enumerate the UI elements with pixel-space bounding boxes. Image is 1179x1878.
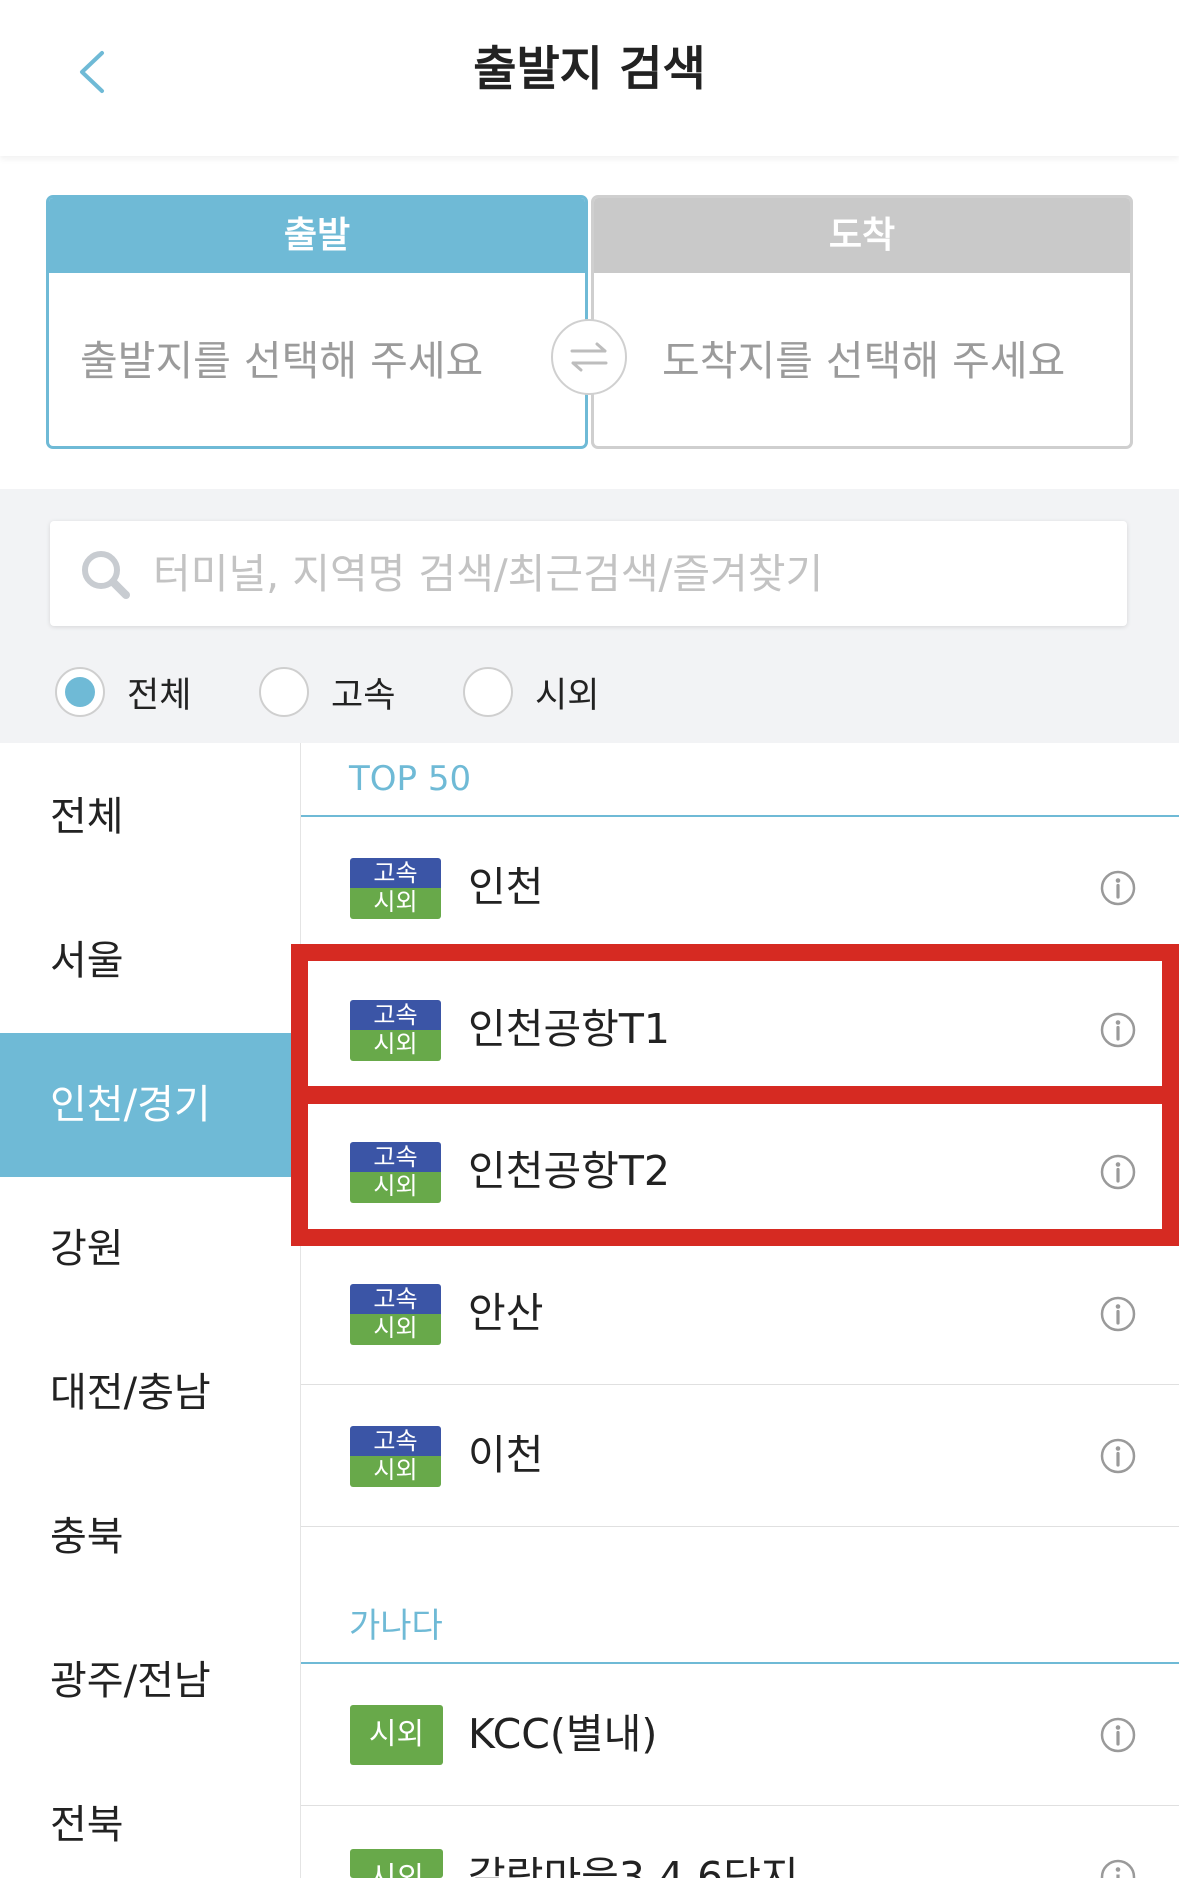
terminal-name: 갈람마을3,4,6단지 <box>468 1853 799 1878</box>
search-icon <box>82 551 130 599</box>
region-item-all[interactable]: 전체 <box>0 745 300 889</box>
info-icon[interactable] <box>1100 1296 1136 1332</box>
region-item-chungbuk[interactable]: 충북 <box>0 1465 300 1609</box>
radio-button[interactable] <box>55 667 105 717</box>
filter-express[interactable]: 고속 <box>259 667 395 717</box>
filter-all[interactable]: 전체 <box>55 667 191 717</box>
section-title: 가나다 <box>349 1606 443 1646</box>
arrival-placeholder[interactable]: 도착지를 선택해 주세요 <box>594 273 1130 446</box>
section-header: TOP 50 <box>301 743 1179 817</box>
bus-type-badge: 고속 시외 <box>350 1426 441 1487</box>
intercity-badge: 시외 <box>350 1172 441 1203</box>
region-item-seoul[interactable]: 서울 <box>0 889 300 1033</box>
search-panel: 전체 고속 시외 <box>0 489 1179 743</box>
terminal-name: 인천공항T1 <box>468 1005 671 1053</box>
bus-type-badge: 고속 시외 <box>350 1284 441 1345</box>
terminal-name: 이천 <box>468 1431 544 1479</box>
intercity-badge: 시외 <box>350 1705 443 1765</box>
region-label: 강원 <box>50 1226 124 1272</box>
swap-arrows-icon <box>570 342 608 372</box>
intercity-badge: 시외 <box>350 888 441 919</box>
terminal-name: KCC(별내) <box>468 1710 658 1758</box>
region-label: 광주/전남 <box>50 1658 211 1704</box>
filter-intercity[interactable]: 시외 <box>463 667 599 717</box>
region-label: 대전/충남 <box>50 1370 211 1416</box>
terminal-row[interactable]: 고속 시외 인천 <box>301 817 1179 959</box>
region-label: 전체 <box>50 794 124 840</box>
terminal-list: TOP 50 고속 시외 인천 고속 시외 인천공항T1 고속 시외 인천공항T… <box>291 743 1179 1878</box>
info-icon[interactable] <box>1100 870 1136 906</box>
filter-label: 시외 <box>535 675 600 716</box>
intercity-badge: 시외 <box>350 1314 441 1345</box>
terminal-row[interactable]: 고속 시외 이천 <box>301 1385 1179 1527</box>
region-item-jeonbuk[interactable]: 전북 <box>0 1753 300 1878</box>
region-item-incheon-gyeonggi[interactable]: 인천/경기 <box>0 1033 300 1177</box>
bus-type-badge: 고속 시외 <box>350 1000 441 1061</box>
intercity-badge: 시외 <box>350 1456 441 1487</box>
bus-type-badge: 고속 시외 <box>350 1142 441 1203</box>
radio-button[interactable] <box>259 667 309 717</box>
express-badge: 고속 <box>350 1426 441 1456</box>
terminal-row[interactable]: 고속 시외 인천공항T2 <box>291 1086 1179 1246</box>
page-title: 출발지 검색 <box>473 42 706 97</box>
bus-type-badge: 고속 시외 <box>350 858 441 919</box>
arrival-tab[interactable]: 도착 <box>594 198 1130 273</box>
express-badge: 고속 <box>350 1142 441 1172</box>
terminal-row[interactable]: 시외 갈람마을3,4,6단지 <box>301 1806 1179 1878</box>
info-icon[interactable] <box>1100 1154 1136 1190</box>
filter-label: 고속 <box>331 675 396 716</box>
terminal-name: 안산 <box>468 1289 544 1337</box>
header-bar: 출발지 검색 <box>0 0 1179 156</box>
region-label: 전북 <box>50 1802 124 1848</box>
terminal-row[interactable]: 고속 시외 인천공항T1 <box>291 944 1179 1104</box>
info-icon[interactable] <box>1100 1717 1136 1753</box>
terminal-name: 인천공항T2 <box>468 1147 671 1195</box>
info-icon[interactable] <box>1100 1859 1136 1878</box>
chevron-left-icon <box>80 51 104 93</box>
region-item-gangwon[interactable]: 강원 <box>0 1177 300 1321</box>
region-item-gwangju-jeonnam[interactable]: 광주/전남 <box>0 1609 300 1753</box>
region-item-daejeon-chungnam[interactable]: 대전/충남 <box>0 1321 300 1465</box>
info-icon[interactable] <box>1100 1012 1136 1048</box>
express-badge: 고속 <box>350 1284 441 1314</box>
departure-placeholder[interactable]: 출발지를 선택해 주세요 <box>49 273 585 446</box>
departure-box[interactable]: 출발 출발지를 선택해 주세요 <box>46 195 588 449</box>
search-input[interactable] <box>153 521 1103 626</box>
section-title: TOP 50 <box>349 759 472 799</box>
region-label: 서울 <box>50 938 124 984</box>
terminal-row[interactable]: 고속 시외 안산 <box>301 1243 1179 1385</box>
terminal-row[interactable]: 시외 KCC(별내) <box>301 1664 1179 1806</box>
section-header: 가나다 <box>301 1527 1179 1664</box>
swap-button[interactable] <box>551 319 627 395</box>
intercity-badge: 시외 <box>350 1849 443 1878</box>
radio-button[interactable] <box>463 667 513 717</box>
departure-tab[interactable]: 출발 <box>49 198 585 273</box>
region-sidebar: 전체 서울 인천/경기 강원 대전/충남 충북 광주/전남 전북 <box>0 743 301 1878</box>
info-icon[interactable] <box>1100 1438 1136 1474</box>
terminal-name: 인천 <box>468 863 544 911</box>
arrival-box[interactable]: 도착 도착지를 선택해 주세요 <box>591 195 1133 449</box>
express-badge: 고속 <box>350 1000 441 1030</box>
region-label: 인천/경기 <box>50 1082 211 1128</box>
filter-label: 전체 <box>127 675 192 716</box>
express-badge: 고속 <box>350 858 441 888</box>
intercity-badge: 시외 <box>350 1030 441 1061</box>
search-box[interactable] <box>50 521 1127 626</box>
region-label: 충북 <box>50 1514 124 1560</box>
back-button[interactable] <box>62 38 122 106</box>
